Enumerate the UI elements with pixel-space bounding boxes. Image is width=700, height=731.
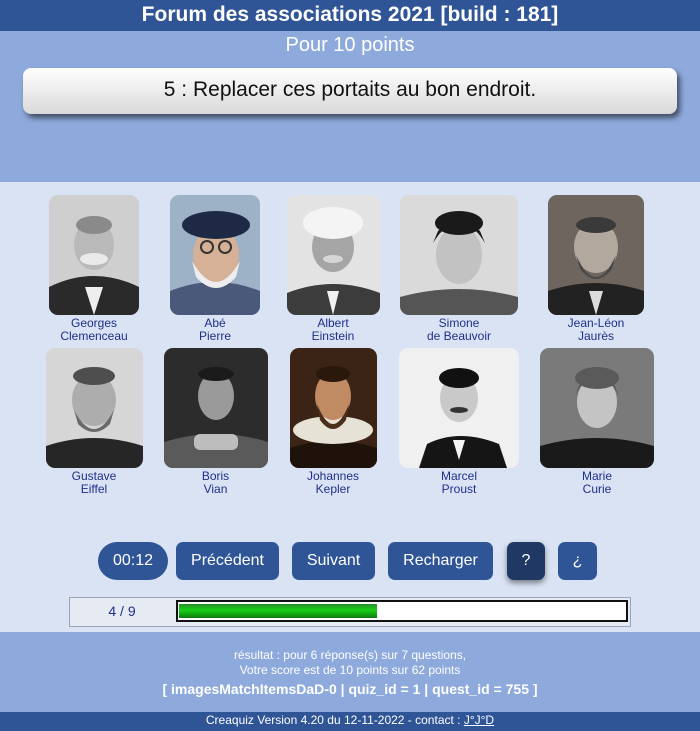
draggable-portrait-einstein[interactable]: Albert Einstein bbox=[283, 195, 383, 343]
next-button[interactable]: Suivant bbox=[292, 542, 375, 580]
question-points: Pour 10 points bbox=[285, 34, 415, 56]
portrait-vian-icon bbox=[163, 348, 268, 468]
portrait-kepler-icon bbox=[289, 348, 377, 468]
result-score: Votre score est de 10 points sur 62 poin… bbox=[239, 663, 461, 677]
draggable-portrait-jaures[interactable]: Jean-Léon Jaurès bbox=[546, 195, 646, 343]
navigation-controls: 00:12 Précédent Suivant Recharger ? ¿ bbox=[0, 541, 700, 581]
question-text: 5 : Replacer ces portaits au bon endroit… bbox=[23, 68, 677, 114]
progress-label: 4 / 9 bbox=[108, 603, 136, 619]
result-debug-info: [ imagesMatchItemsDaD-0 | quiz_id = 1 | … bbox=[162, 681, 538, 697]
portrait-name-last: Eiffel bbox=[80, 482, 108, 496]
portrait-eiffel-icon bbox=[45, 348, 143, 468]
portrait-clemenceau-icon bbox=[49, 195, 139, 315]
contact-link[interactable]: J°J°D bbox=[464, 713, 494, 727]
result-panel: résultat : pour 6 réponse(s) sur 7 quest… bbox=[0, 632, 700, 712]
inverse-help-button[interactable]: ¿ bbox=[558, 542, 597, 580]
progress-panel: 4 / 9 bbox=[69, 597, 631, 627]
draggable-portrait-eiffel[interactable]: Gustave Eiffel bbox=[44, 348, 144, 496]
timer-display: 00:12 bbox=[98, 542, 168, 580]
footer-version: Creaquiz Version 4.20 du 12-11-2022 - co… bbox=[205, 713, 464, 727]
portrait-name-last: Pierre bbox=[198, 329, 231, 343]
previous-button[interactable]: Précédent bbox=[176, 542, 279, 580]
portrait-gallery: Georges Clemenceau Abé Pierre Albert Ein… bbox=[0, 182, 700, 522]
result-summary: résultat : pour 6 réponse(s) sur 7 quest… bbox=[233, 648, 467, 662]
app-title: Forum des associations 2021 [build : 181… bbox=[0, 0, 700, 31]
progress-bar-fill bbox=[179, 604, 377, 618]
draggable-portrait-vian[interactable]: Boris Vian bbox=[163, 348, 268, 496]
draggable-portrait-abbe-pierre[interactable]: Abé Pierre bbox=[165, 195, 265, 343]
portrait-name-last: de Beauvoir bbox=[426, 329, 492, 343]
draggable-portrait-proust[interactable]: Marcel Proust bbox=[398, 348, 520, 496]
draggable-portrait-kepler[interactable]: Johannes Kepler bbox=[286, 348, 380, 496]
portrait-name-last: Proust bbox=[441, 482, 477, 496]
help-button[interactable]: ? bbox=[507, 542, 545, 580]
portrait-name-last: Jaurès bbox=[577, 329, 615, 343]
draggable-portrait-curie[interactable]: Marie Curie bbox=[539, 348, 655, 496]
portrait-einstein-icon bbox=[286, 195, 380, 315]
footer: Creaquiz Version 4.20 du 12-11-2022 - co… bbox=[0, 712, 700, 731]
reload-button[interactable]: Recharger bbox=[388, 542, 493, 580]
portrait-name-last: Einstein bbox=[311, 329, 355, 343]
portrait-name-last: Vian bbox=[203, 482, 228, 496]
portrait-name-last: Curie bbox=[582, 482, 612, 496]
portrait-beauvoir-icon bbox=[400, 195, 518, 315]
portrait-name-last: Clemenceau bbox=[60, 329, 128, 343]
draggable-portrait-beauvoir[interactable]: Simone de Beauvoir bbox=[399, 195, 519, 343]
draggable-portrait-clemenceau[interactable]: Georges Clemenceau bbox=[44, 195, 144, 343]
portrait-name-last: Kepler bbox=[315, 482, 351, 496]
portrait-curie-icon bbox=[540, 348, 654, 468]
portrait-abbe-pierre-icon bbox=[170, 195, 260, 315]
portrait-proust-icon bbox=[399, 348, 519, 468]
portrait-jaures-icon bbox=[548, 195, 644, 315]
question-header: Pour 10 points 5 : Replacer ces portaits… bbox=[0, 31, 700, 182]
progress-bar bbox=[176, 600, 628, 622]
